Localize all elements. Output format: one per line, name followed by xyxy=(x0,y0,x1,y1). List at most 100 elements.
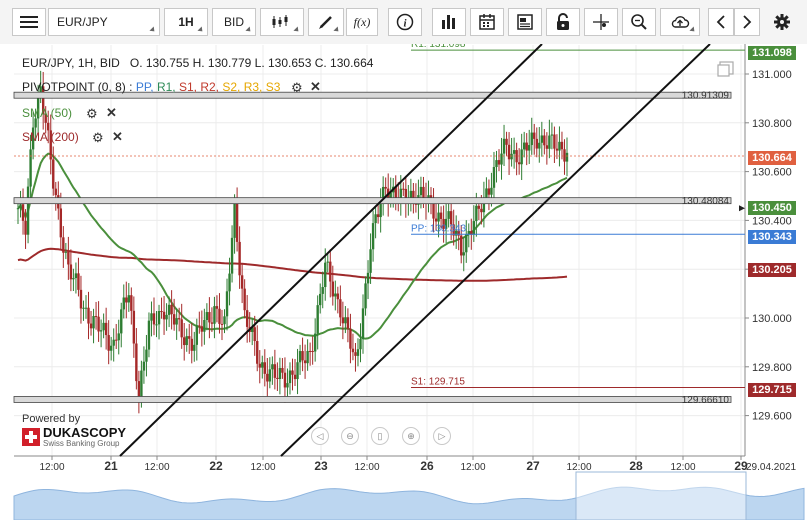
candle-body xyxy=(92,316,95,329)
menu-button[interactable] xyxy=(12,8,46,36)
sma200-settings-icon[interactable]: ⚙ xyxy=(92,130,104,146)
candle-body xyxy=(344,317,347,324)
calendar-button[interactable] xyxy=(470,8,504,36)
brand-tagline: Swiss Banking Group xyxy=(43,439,120,448)
candle-body xyxy=(142,361,146,371)
magnifier-icon xyxy=(631,14,647,30)
zoom-button[interactable] xyxy=(622,8,656,36)
pivot-indicator-label[interactable]: PIVOTPOINT (0, 8) : PP, R1, S1, R2, S2, … xyxy=(22,80,280,94)
hamburger-icon xyxy=(20,16,38,28)
price-tick-label: 130.800 xyxy=(752,118,792,130)
candle-body xyxy=(16,208,20,210)
candle-body xyxy=(276,377,279,379)
candle-body xyxy=(127,295,131,303)
candle-body xyxy=(324,262,327,288)
svg-text:i: i xyxy=(403,18,407,30)
candle-body xyxy=(140,370,143,398)
time-axis-date-label: 29.04.2021 xyxy=(746,462,796,473)
news-button[interactable] xyxy=(508,8,542,36)
nav-zoom-out-button[interactable]: ⊖ xyxy=(341,427,359,445)
candle-body xyxy=(210,322,214,324)
price-tick-label: 130.400 xyxy=(752,215,792,227)
settings-button[interactable] xyxy=(766,8,798,36)
time-tick-label: 12:00 xyxy=(39,462,64,473)
candle-body xyxy=(21,204,25,221)
candle-body xyxy=(112,339,115,346)
sma200-close-icon[interactable]: ✕ xyxy=(112,129,123,145)
scroll-left-button[interactable] xyxy=(708,8,734,36)
candle-body xyxy=(175,318,178,325)
candle-body xyxy=(460,235,463,256)
candle-body xyxy=(336,293,340,300)
candle-body xyxy=(107,335,110,351)
candle-body xyxy=(545,145,549,149)
info-symbol: EUR/JPY xyxy=(22,56,72,70)
sma50-settings-icon[interactable]: ⚙ xyxy=(86,106,98,122)
drawing-tools-button[interactable] xyxy=(308,8,344,36)
info-button[interactable]: i xyxy=(388,8,422,36)
timeframe-select[interactable]: 1H xyxy=(164,8,208,36)
candle-body xyxy=(361,308,365,339)
nav-fit-button[interactable]: ▯ xyxy=(371,427,389,445)
sma50-indicator-label[interactable]: SMA (50) xyxy=(22,106,72,120)
candle-body xyxy=(99,330,103,332)
toolbar: EUR/JPY 1H BID f(x) i xyxy=(0,0,807,45)
candle-body xyxy=(533,132,536,139)
candle-body xyxy=(193,344,196,351)
time-tick-label: 12:00 xyxy=(250,462,275,473)
unlock-icon xyxy=(557,13,569,30)
price-tick-label: 130.600 xyxy=(752,167,792,179)
volume-button[interactable] xyxy=(432,8,466,36)
candle-body xyxy=(120,309,123,334)
zoom-in-icon: ⊕ xyxy=(407,430,415,441)
candle-body xyxy=(19,204,22,209)
price-side-select[interactable]: BID xyxy=(212,8,256,36)
candle-body xyxy=(412,190,415,198)
level-h3-label: 129.66610 xyxy=(682,395,730,406)
indicators-button[interactable]: f(x) xyxy=(346,8,378,36)
sma50-close-icon[interactable]: ✕ xyxy=(106,105,117,121)
nav-prev-button[interactable]: ◁ xyxy=(311,427,329,445)
pivot-close-icon[interactable]: ✕ xyxy=(310,79,321,95)
candle-body xyxy=(371,223,375,250)
fullscreen-button[interactable] xyxy=(716,60,736,78)
candle-body xyxy=(115,339,118,341)
time-tick-label: 21 xyxy=(104,459,118,473)
lock-button[interactable] xyxy=(546,8,580,36)
candle-body xyxy=(525,142,528,151)
navigator[interactable] xyxy=(13,471,805,520)
candle-body xyxy=(69,264,73,280)
candle-body xyxy=(54,188,57,196)
candle-body xyxy=(439,212,443,219)
triangle-left-icon: ◁ xyxy=(316,430,324,441)
candle-body xyxy=(218,308,221,324)
candle-body xyxy=(419,186,423,196)
sma200-indicator-label[interactable]: SMA (200) xyxy=(22,130,79,144)
candle-body xyxy=(215,306,219,309)
candle-body xyxy=(311,351,314,353)
candle-body xyxy=(296,362,299,380)
chart-type-button[interactable] xyxy=(260,8,304,36)
export-button[interactable] xyxy=(660,8,700,36)
nav-next-button[interactable]: ▷ xyxy=(433,427,451,445)
caret-icon xyxy=(293,26,301,34)
candle-body xyxy=(379,203,382,218)
candle-body xyxy=(510,153,513,160)
pivot-settings-icon[interactable]: ⚙ xyxy=(291,80,303,96)
symbol-select[interactable]: EUR/JPY xyxy=(48,8,160,36)
candle-body xyxy=(283,372,287,388)
scroll-right-button[interactable] xyxy=(734,8,760,36)
info-open: O. 130.755 xyxy=(129,56,190,70)
caret-icon xyxy=(149,26,157,34)
price-tick-label: 131.000 xyxy=(752,69,792,81)
candle-body xyxy=(528,145,531,151)
candle-body xyxy=(447,211,450,219)
candle-body xyxy=(266,373,269,382)
nav-zoom-in-button[interactable]: ⊕ xyxy=(402,427,420,445)
candle-body xyxy=(288,370,292,384)
pivot-pp-label: PP: 130.343 xyxy=(411,223,466,234)
time-tick-label: 28 xyxy=(629,459,643,473)
crosshair-button[interactable] xyxy=(584,8,618,36)
candle-body xyxy=(180,319,183,338)
candle-body xyxy=(72,278,75,280)
